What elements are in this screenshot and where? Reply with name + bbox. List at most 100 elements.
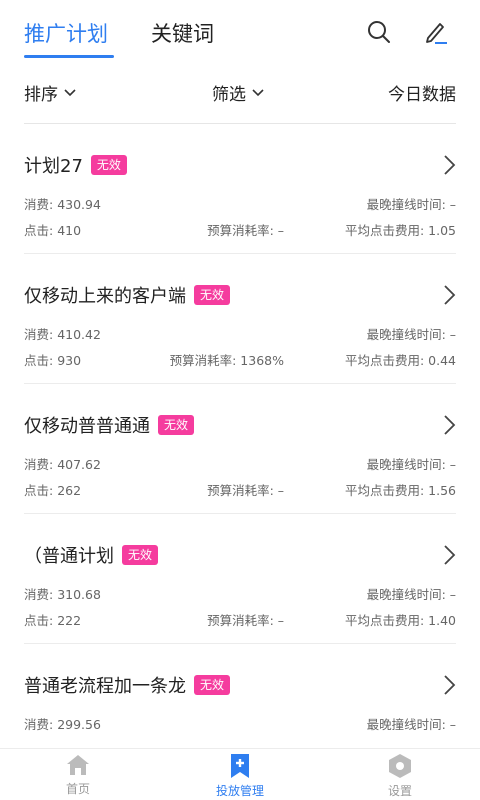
latest-time-value: –	[449, 197, 456, 212]
budget-rate-stat: 预算消耗率: –	[207, 610, 284, 629]
sort-label: 排序	[24, 85, 58, 105]
plan-stats-row: 消费: 407.62 最晚撞线时间: –	[24, 454, 456, 472]
pencil-icon[interactable]	[423, 19, 449, 45]
clicks-label: 点击:	[24, 223, 58, 238]
avg-cpc-stat: 平均点击费用: 1.40	[345, 610, 456, 629]
budget-rate-value: –	[277, 223, 284, 238]
tab-plans[interactable]: 推广计划	[24, 18, 108, 48]
cost-value: 299.56	[57, 717, 101, 732]
cost-value: 430.94	[57, 197, 101, 212]
budget-rate-label: 预算消耗率:	[169, 353, 241, 368]
clicks-label: 点击:	[24, 483, 58, 498]
tab-settings[interactable]: 设置	[360, 753, 440, 799]
plan-card[interactable]: 仅移动普普通通 无效 消费: 407.62 最晚撞线时间: – 点击: 262 …	[24, 384, 456, 514]
clicks-label: 点击:	[24, 613, 58, 628]
plan-name: 仅移动普普通通	[24, 416, 150, 437]
clicks-label: 点击:	[24, 353, 58, 368]
cost-label: 消费:	[24, 587, 58, 602]
budget-rate-value: –	[277, 613, 284, 628]
latest-time-value: –	[449, 457, 456, 472]
cost-value: 310.68	[57, 587, 101, 602]
plan-title-row: 普通老流程加一条龙 无效	[24, 672, 231, 698]
active-tab-indicator	[24, 55, 114, 58]
clicks-value: 930	[57, 353, 82, 368]
latest-time-value: –	[449, 327, 456, 342]
latest-time-label: 最晚撞线时间:	[366, 197, 450, 212]
today-data-label: 今日数据	[388, 85, 456, 105]
bookmark-plus-icon	[231, 754, 249, 778]
tab-home-label: 首页	[65, 782, 90, 796]
plan-name: 仅移动上来的客户端	[24, 286, 186, 307]
cost-label: 消费:	[24, 717, 58, 732]
plan-card[interactable]: （普通计划 无效 消费: 310.68 最晚撞线时间: – 点击: 222 预算…	[24, 514, 456, 644]
status-badge: 无效	[90, 155, 127, 175]
plan-stats-row: 消费: 430.94 最晚撞线时间: –	[24, 194, 456, 212]
chevron-down-icon	[252, 88, 264, 96]
latest-time-label: 最晚撞线时间:	[366, 457, 450, 472]
avg-cpc-label: 平均点击费用:	[344, 223, 429, 238]
clicks-stat: 点击: 930	[24, 350, 81, 369]
plan-stats-row: 点击: 410 预算消耗率: – 平均点击费用: 1.05	[24, 220, 456, 238]
budget-rate-stat: 预算消耗率: –	[207, 220, 284, 239]
plan-stats-row: 消费: 299.56 最晚撞线时间: –	[24, 714, 456, 732]
cost-value: 410.42	[57, 327, 101, 342]
settings-hexagon-icon	[389, 754, 411, 778]
plan-card[interactable]: 计划27 无效 消费: 430.94 最晚撞线时间: – 点击: 410 预算消…	[24, 124, 456, 254]
status-badge: 无效	[194, 285, 231, 305]
filter-dropdown[interactable]: 筛选	[212, 80, 264, 105]
tab-home[interactable]: 首页	[38, 753, 118, 797]
latest-time-stat: 最晚撞线时间: –	[367, 194, 456, 213]
plan-title-row: 计划27 无效	[24, 152, 127, 178]
avg-cpc-value: 1.05	[428, 223, 456, 238]
avg-cpc-label: 平均点击费用:	[344, 483, 429, 498]
latest-time-value: –	[449, 717, 456, 732]
budget-rate-value: –	[277, 483, 284, 498]
home-icon	[67, 755, 89, 775]
latest-time-stat: 最晚撞线时间: –	[367, 714, 456, 733]
search-icon[interactable]	[366, 19, 392, 45]
tab-ad-management[interactable]: 投放管理	[200, 753, 280, 799]
cost-stat: 消费: 430.94	[24, 194, 101, 213]
sort-dropdown[interactable]: 排序	[24, 80, 76, 105]
chevron-right-icon[interactable]	[442, 154, 456, 176]
cost-stat: 消费: 407.62	[24, 454, 101, 473]
budget-rate-label: 预算消耗率:	[207, 613, 278, 628]
tab-keywords[interactable]: 关键词	[151, 18, 214, 48]
latest-time-label: 最晚撞线时间:	[366, 587, 450, 602]
plan-title-row: 仅移动普普通通 无效	[24, 412, 195, 438]
chevron-down-icon	[64, 88, 76, 96]
status-badge: 无效	[122, 545, 159, 565]
cost-stat: 消费: 299.56	[24, 714, 101, 733]
plan-stats-row: 点击: 262 预算消耗率: – 平均点击费用: 1.56	[24, 480, 456, 498]
tab-ad-management-label: 投放管理	[215, 784, 264, 798]
budget-rate-stat: 预算消耗率: –	[207, 480, 284, 499]
chevron-right-icon[interactable]	[442, 544, 456, 566]
avg-cpc-stat: 平均点击费用: 0.44	[345, 350, 456, 369]
plan-card[interactable]: 仅移动上来的客户端 无效 消费: 410.42 最晚撞线时间: – 点击: 93…	[24, 254, 456, 384]
latest-time-stat: 最晚撞线时间: –	[367, 324, 456, 343]
cost-stat: 消费: 310.68	[24, 584, 101, 603]
chevron-right-icon[interactable]	[442, 674, 456, 696]
latest-time-label: 最晚撞线时间:	[366, 327, 450, 342]
clicks-stat: 点击: 410	[24, 220, 81, 239]
plan-name: 普通老流程加一条龙	[24, 676, 186, 697]
plan-stats-row: 点击: 222 预算消耗率: – 平均点击费用: 1.40	[24, 610, 456, 628]
filter-bar: 排序 筛选 今日数据	[24, 76, 456, 112]
filter-label: 筛选	[212, 85, 246, 105]
clicks-value: 222	[57, 613, 82, 628]
latest-time-stat: 最晚撞线时间: –	[367, 454, 456, 473]
latest-time-value: –	[449, 587, 456, 602]
tab-settings-label: 设置	[387, 784, 412, 798]
plan-stats-row: 消费: 410.42 最晚撞线时间: –	[24, 324, 456, 342]
chevron-right-icon[interactable]	[442, 284, 456, 306]
budget-rate-label: 预算消耗率:	[207, 483, 278, 498]
cost-stat: 消费: 410.42	[24, 324, 101, 343]
avg-cpc-stat: 平均点击费用: 1.05	[345, 220, 456, 239]
plan-name: 计划27	[24, 156, 83, 177]
today-data-button[interactable]: 今日数据	[388, 80, 456, 105]
plan-stats-row: 点击: 930 预算消耗率: 1368% 平均点击费用: 0.44	[24, 350, 456, 368]
avg-cpc-label: 平均点击费用:	[344, 353, 429, 368]
avg-cpc-value: 1.56	[428, 483, 456, 498]
chevron-right-icon[interactable]	[442, 414, 456, 436]
avg-cpc-value: 0.44	[428, 353, 456, 368]
